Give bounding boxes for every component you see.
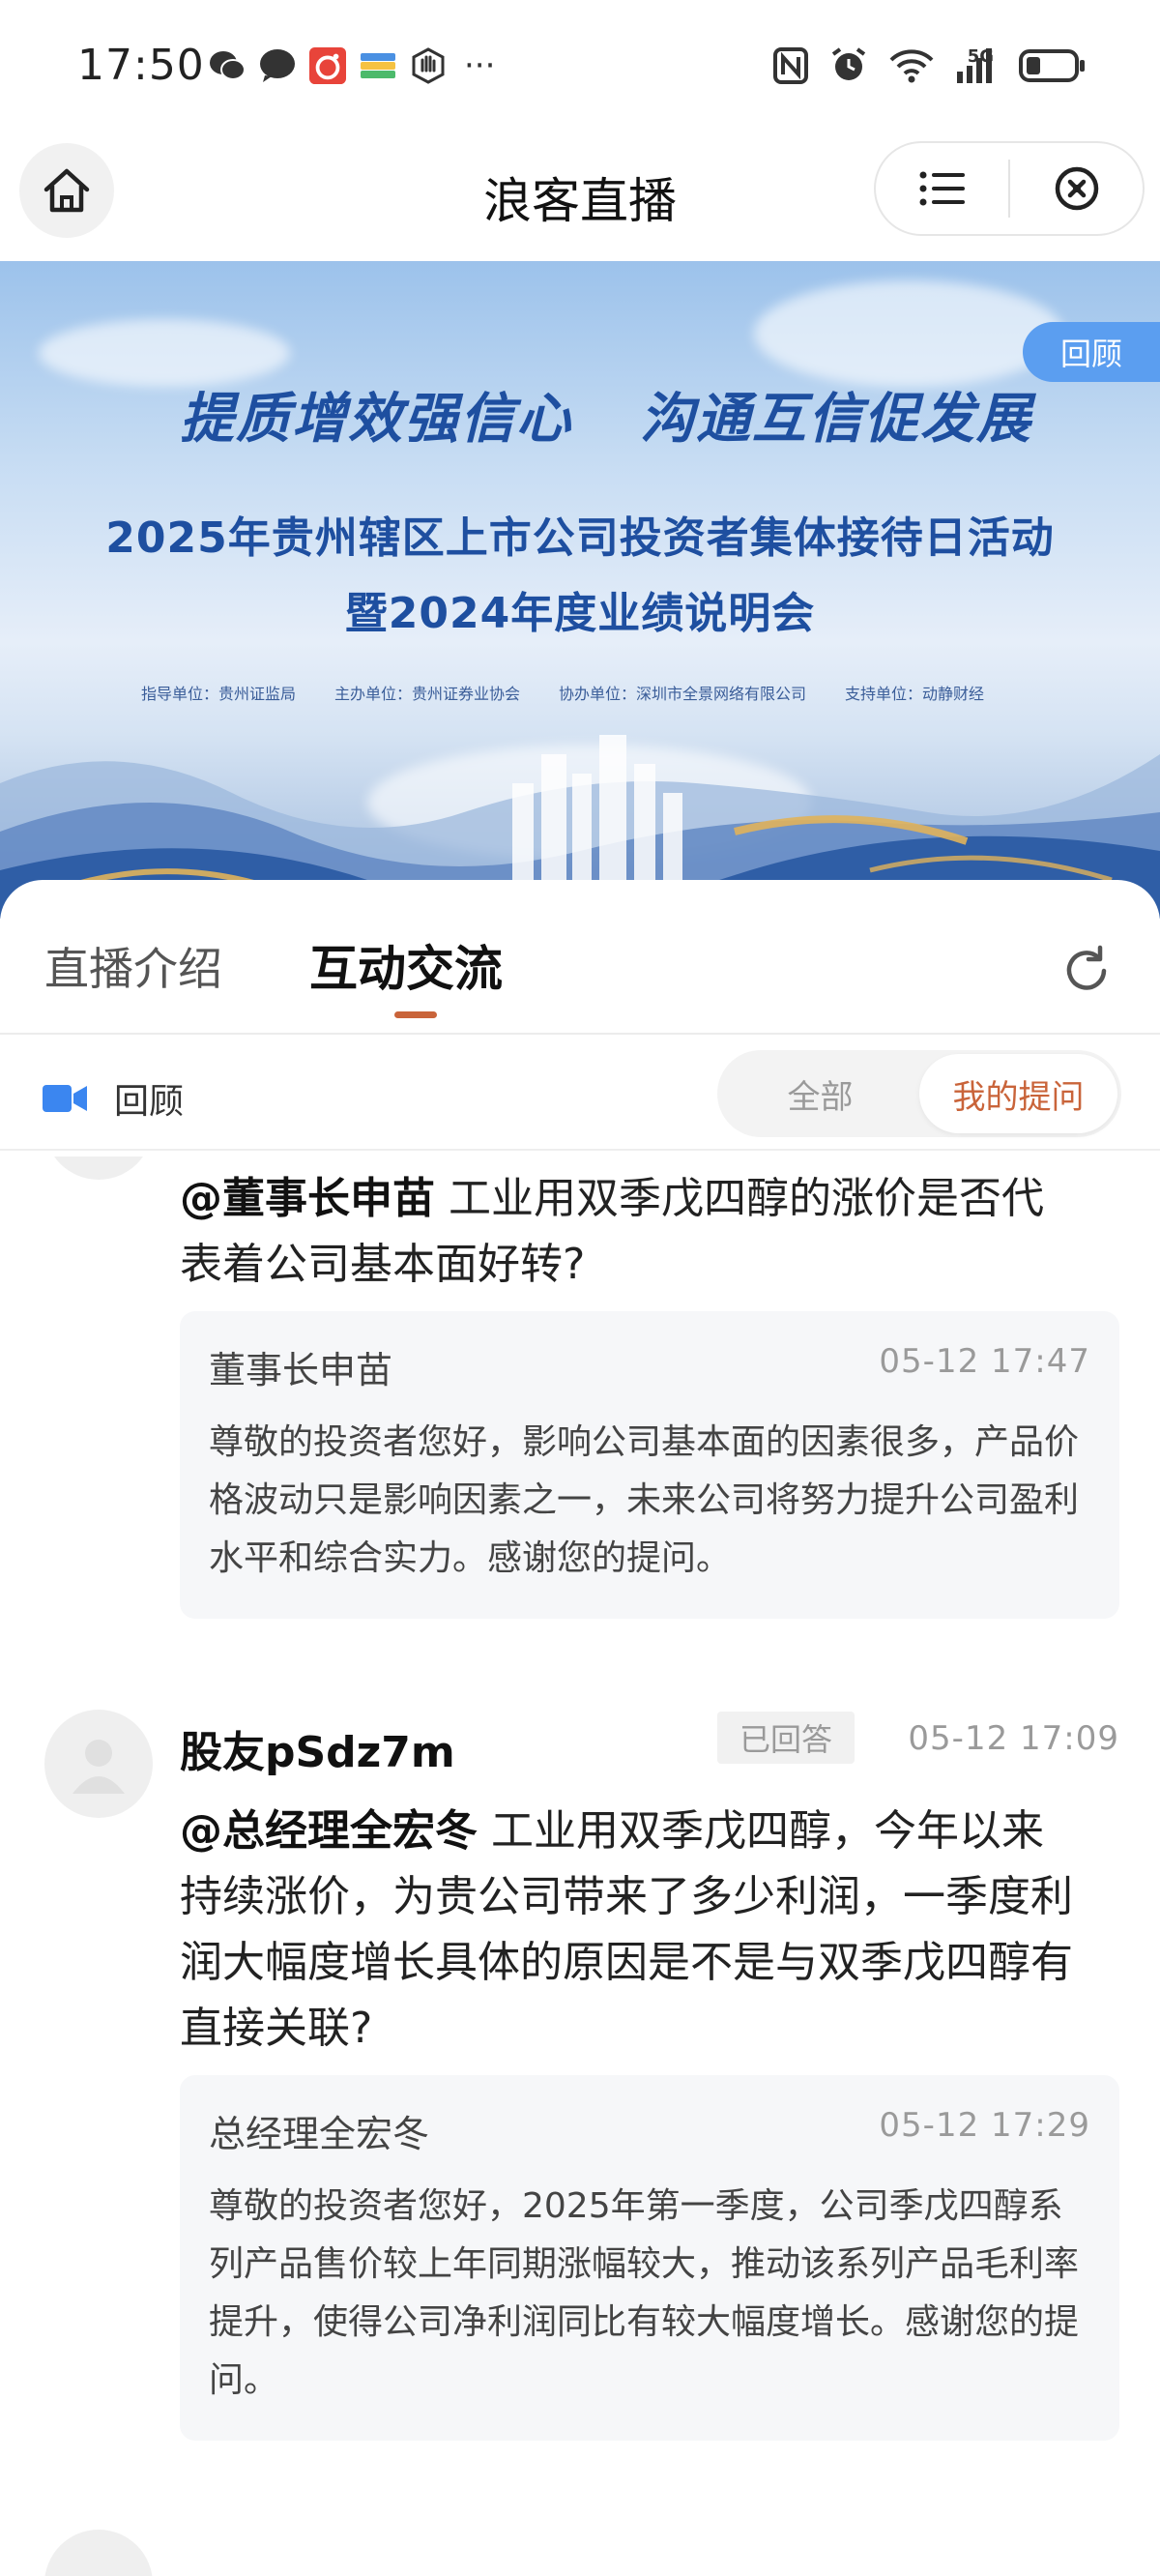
- tab-intro[interactable]: 直播介绍: [44, 934, 222, 998]
- nfc-icon: [773, 47, 808, 88]
- message-icon: [259, 47, 296, 84]
- wallet-icon: [360, 47, 396, 84]
- replay-label: 回顾: [114, 1082, 185, 1122]
- banner-title-line1: 2025年贵州辖区上市公司投资者集体接待日活动: [105, 513, 1055, 563]
- wifi-icon: [889, 48, 934, 87]
- answered-badge: 已回答: [717, 1712, 855, 1764]
- filter-all[interactable]: 全部: [721, 1054, 919, 1133]
- refresh-button[interactable]: [1058, 942, 1116, 1000]
- answer-time: 05-12 17:47: [879, 1342, 1090, 1381]
- qa-feed: @董事长申苗 工业用双季戊四醇的涨价是否代表着公司基本面好转? 董事长申苗 05…: [0, 1156, 1160, 2576]
- tab-active-indicator: [394, 1011, 437, 1018]
- wechat-icon: [209, 47, 246, 84]
- replay-indicator: 回顾: [43, 1073, 184, 1124]
- question-filter-toggle: 全部 我的提问: [717, 1050, 1121, 1137]
- post-time: 05-12 17:09: [908, 1719, 1119, 1758]
- user-placeholder-icon: [65, 1156, 132, 1159]
- video-camera-icon: [43, 1085, 87, 1112]
- banner-headline: 提质增效强信心 沟通互信促发展: [0, 375, 1160, 454]
- banner-headline-left: 提质增效强信心: [180, 388, 572, 451]
- close-circle-icon: [1055, 166, 1098, 211]
- replay-tag: 回顾: [1023, 322, 1160, 382]
- status-time: 17:50: [77, 41, 205, 90]
- menu-button[interactable]: [876, 143, 1008, 234]
- question-text: @董事长申苗 工业用双季戊四醇的涨价是否代表着公司基本面好转?: [180, 1166, 1079, 1298]
- filter-bar: 回顾 全部 我的提问: [0, 1035, 1160, 1151]
- hand-icon: [410, 47, 447, 84]
- avatar: [44, 1710, 153, 1818]
- answer-author: 总经理全宏冬: [209, 2113, 430, 2155]
- avatar: [44, 1156, 153, 1180]
- mini-program-capsule: [874, 141, 1145, 236]
- banner-headline-right: 沟通互信促发展: [640, 388, 1032, 451]
- system-icons: [773, 46, 1087, 89]
- answer-author: 董事长申苗: [209, 1349, 393, 1391]
- answer-card: 董事长申苗 05-12 17:47 尊敬的投资者您好，影响公司基本面的因素很多，…: [180, 1311, 1119, 1619]
- tab-bar: 直播介绍 互动交流: [0, 880, 1160, 1035]
- filter-my-questions[interactable]: 我的提问: [919, 1054, 1117, 1133]
- notification-icons: ···: [209, 46, 495, 85]
- status-bar: 17:50 ··· 5G: [0, 0, 1160, 135]
- more-notifications-icon: ···: [464, 46, 496, 85]
- answer-body: 尊敬的投资者您好，2025年第一季度，公司季戊四醇系列产品售价较上年同期涨幅较大…: [209, 2186, 1080, 2400]
- answer-time: 05-12 17:29: [879, 2106, 1090, 2145]
- live-banner[interactable]: 提质增效强信心 沟通互信促发展 2025年贵州辖区上市公司投资者集体接待日活动 暨…: [0, 261, 1160, 919]
- user-placeholder-icon: [72, 1740, 125, 1794]
- list-icon: [919, 171, 965, 206]
- question-mention[interactable]: @总经理全宏冬: [180, 1806, 478, 1856]
- tab-chat[interactable]: 互动交流: [309, 930, 503, 1000]
- answer-card: 总经理全宏冬 05-12 17:29 尊敬的投资者您好，2025年第一季度，公司…: [180, 2075, 1119, 2441]
- question-mention[interactable]: @董事长申苗: [180, 1174, 435, 1223]
- nav-bar: 浪客直播: [0, 135, 1160, 261]
- banner-title-line2: 暨2024年度业绩说明会: [344, 589, 816, 638]
- banner-cloud: [754, 280, 1063, 387]
- question-text: @总经理全宏冬 工业用双季戊四醇，今年以来持续涨价，为贵公司带来了多少利润，一季…: [180, 1799, 1079, 2062]
- avatar: [44, 2530, 153, 2576]
- answer-body: 尊敬的投资者您好，影响公司基本面的因素很多，产品价格波动只是影响因素之一，未来公…: [209, 1422, 1080, 1578]
- alarm-icon: [829, 46, 868, 89]
- network-type: 5G: [967, 46, 994, 67]
- close-button[interactable]: [1010, 143, 1143, 234]
- user-name: 股友pSdz7m: [180, 1728, 455, 1777]
- refresh-icon: [1066, 945, 1107, 990]
- battery-icon: [1019, 48, 1087, 87]
- camera-app-icon: [309, 47, 346, 84]
